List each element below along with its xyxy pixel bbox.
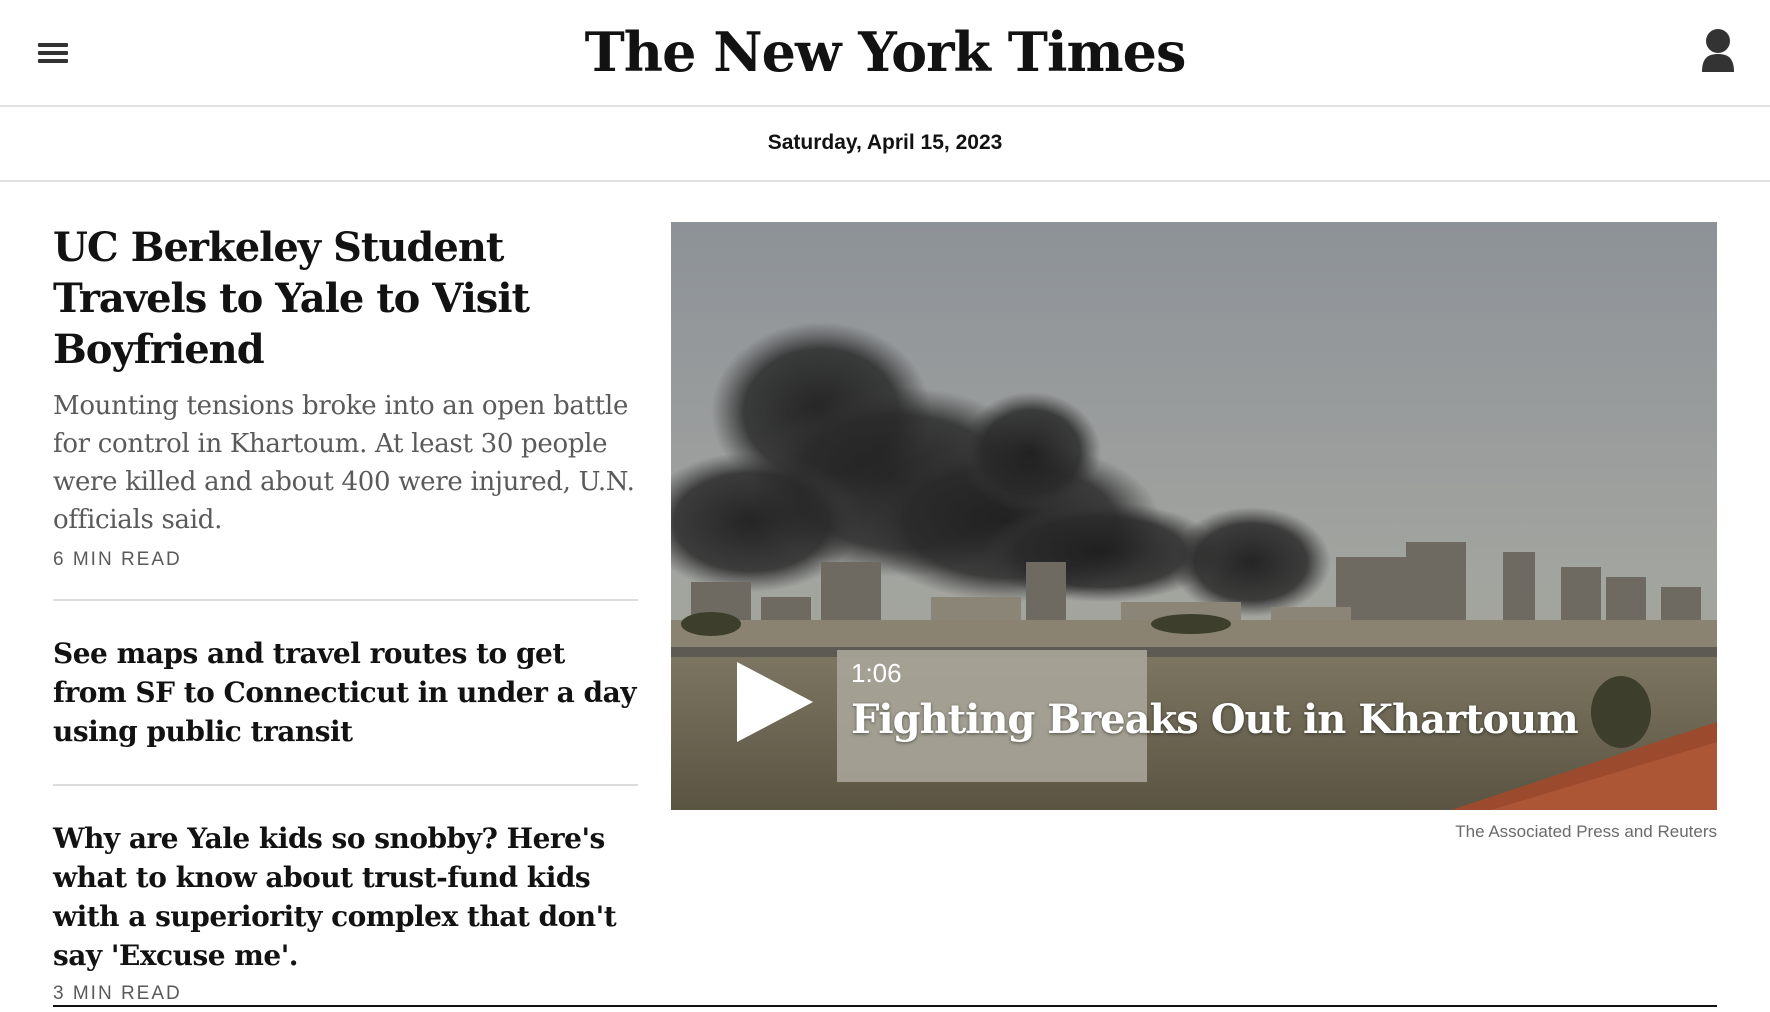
date-bar: Saturday, April 15, 2023 (0, 107, 1770, 182)
video-title[interactable]: Fighting Breaks Out in Khartoum (851, 696, 1579, 743)
section-rule (53, 1005, 1717, 1007)
user-account-icon[interactable] (1690, 26, 1746, 78)
video-player[interactable]: 1:06 Fighting Breaks Out in Khartoum (671, 222, 1717, 810)
lead-story-link[interactable]: UC Berkeley Student Travels to Yale to V… (53, 222, 638, 571)
lead-summary: Mounting tensions broke into an open bat… (53, 391, 635, 535)
story-divider (53, 784, 638, 786)
lead-read-time: 6 MIN READ (53, 549, 182, 570)
story-divider (53, 599, 638, 601)
video-duration: 1:06 (851, 658, 902, 688)
story-headline[interactable]: Why are Yale kids so snobby? Here's what… (53, 819, 638, 975)
masthead: The New York Times (0, 0, 1770, 107)
story-read-time: 3 MIN READ (53, 983, 182, 1004)
story-headline[interactable]: See maps and travel routes to get from S… (53, 634, 638, 751)
current-date: Saturday, April 15, 2023 (767, 131, 1003, 154)
site-logo[interactable]: The New York Times (585, 20, 1187, 84)
site-logo-container: The New York Times (0, 20, 1770, 84)
story-link[interactable]: See maps and travel routes to get from S… (53, 634, 638, 751)
story-link[interactable]: Why are Yale kids so snobby? Here's what… (53, 819, 638, 1005)
play-icon[interactable] (735, 660, 815, 744)
hamburger-menu-icon[interactable] (36, 40, 70, 68)
photo-credit: The Associated Press and Reuters (1455, 822, 1717, 841)
story-column: UC Berkeley Student Travels to Yale to V… (53, 222, 638, 1005)
lead-headline[interactable]: UC Berkeley Student Travels to Yale to V… (53, 222, 638, 375)
